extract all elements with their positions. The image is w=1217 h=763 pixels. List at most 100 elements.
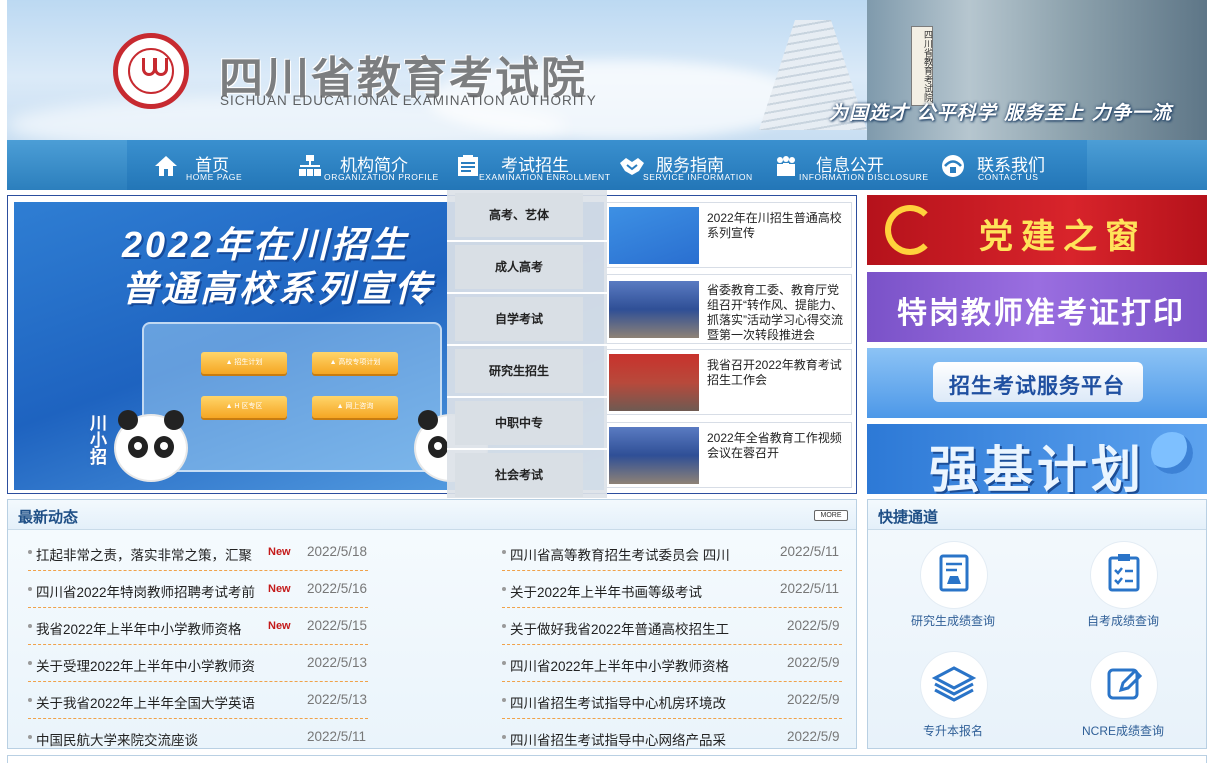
featured-news-item[interactable]: 2022年在川招生普通高校系列宣传 xyxy=(606,202,852,268)
dropdown-separator xyxy=(447,396,607,398)
planet-icon xyxy=(1151,432,1193,474)
nav-label-en: INFORMATION DISCLOSURE xyxy=(799,172,929,182)
news-title: 四川省2022年上半年中小学教师资格 xyxy=(510,659,730,674)
news-row[interactable]: 关于做好我省2022年普通高校招生工 2022/5/9 xyxy=(502,608,842,645)
news-date: 2022/5/11 xyxy=(307,729,367,744)
news-row[interactable]: 中国民航大学来院交流座谈 2022/5/11 xyxy=(28,719,368,756)
nav-item-home[interactable]: 首页 HOME PAGE xyxy=(153,140,263,190)
featured-news-list: 2022年在川招生普通高校系列宣传 省委教育工委、教育厅党组召开“转作风、提能力… xyxy=(606,202,852,490)
bullet-icon xyxy=(502,550,506,554)
quick-link-label: 自考成绩查询 xyxy=(1086,614,1159,628)
exam-dropdown-menu: 高考、艺体 成人高考 自学考试 研究生招生 中职中专 社会考试 xyxy=(447,190,607,498)
bullet-icon xyxy=(502,698,506,702)
news-row[interactable]: 扛起非常之责，落实非常之策，汇聚 New 2022/5/18 xyxy=(28,534,368,571)
panda-ear xyxy=(418,410,438,430)
quick-link-ncre-score[interactable]: NCRE成绩查询 xyxy=(1058,652,1188,742)
panda-eye xyxy=(128,436,148,458)
featured-news-item[interactable]: 2022年全省教育工作视频会议在蓉召开 xyxy=(606,422,852,488)
slide-headline-line2: 普通高校系列宣传 xyxy=(122,268,435,309)
nav-label-en: ORGANIZATION PROFILE xyxy=(324,172,439,182)
ad-platform-text: 招生考试服务平台 xyxy=(949,375,1125,398)
quick-link-upgrade-register[interactable]: 专升本报名 xyxy=(888,652,1018,742)
ad-teacher-admission[interactable]: 特岗教师准考证打印 xyxy=(867,272,1207,342)
ad-service-platform[interactable]: 招生考试服务平台 xyxy=(867,348,1207,418)
news-title: 四川省招生考试指导中心机房环境改 xyxy=(510,696,726,711)
slogan: 为国选才 公平科学 服务至上 力争一流 xyxy=(829,102,1172,124)
news-row[interactable]: 四川省招生考试指导中心机房环境改 2022/5/9 xyxy=(502,682,842,719)
hammer-sickle-icon xyxy=(885,205,935,255)
dropdown-item-graduate[interactable]: 研究生招生 xyxy=(455,349,583,393)
ad-strong-base[interactable]: 强基计划 xyxy=(867,424,1207,494)
ad-party-building[interactable]: 党建之窗 xyxy=(867,195,1207,265)
news-date: 2022/5/9 xyxy=(787,655,840,670)
page: 四川省教育考试院 四川省教育考试院 SICHUAN EDUCATIONAL EX… xyxy=(0,0,1217,763)
panda-mascot xyxy=(114,410,188,482)
nav-item-organization[interactable]: 机构简介 ORGANIZATION PROFILE xyxy=(297,140,447,190)
bullet-icon xyxy=(502,587,506,591)
dropdown-item-self-study[interactable]: 自学考试 xyxy=(455,297,583,341)
news-thumbnail xyxy=(609,207,699,264)
new-badge: New xyxy=(268,583,291,595)
bullet-icon xyxy=(502,661,506,665)
slide-button-consult[interactable]: ▲ 网上咨询 xyxy=(312,396,398,418)
home-icon xyxy=(155,156,177,176)
news-title: 关于做好我省2022年普通高校招生工 xyxy=(510,622,730,637)
icon-circle xyxy=(1091,652,1157,718)
featured-news-title: 2022年在川招生普通高校系列宣传 xyxy=(707,211,842,240)
people-icon xyxy=(777,156,795,176)
news-row[interactable]: 关于2022年上半年书画等级考试 2022/5/11 xyxy=(502,571,842,608)
news-title: 中国民航大学来院交流座谈 xyxy=(36,733,198,748)
news-row[interactable]: 关于受理2022年上半年中小学教师资 2022/5/13 xyxy=(28,645,368,682)
slide-button-special[interactable]: ▲ 高校专项计划 xyxy=(312,352,398,374)
news-thumbnail xyxy=(609,281,699,338)
nav-item-exam[interactable]: 考试招生 EXAMINATION ENROLLMENT xyxy=(455,140,610,190)
org-chart-icon xyxy=(299,155,321,176)
more-button[interactable]: MORE xyxy=(814,510,848,521)
featured-news-item[interactable]: 省委教育工委、教育厅党组召开“转作风、提能力、抓落实”活动学习心得交流暨第一次转… xyxy=(606,274,852,344)
panda-eye xyxy=(428,436,448,458)
exam-icon xyxy=(458,155,478,176)
latest-news-panel: 最新动态 MORE 扛起非常之责，落实非常之策，汇聚 New 2022/5/18… xyxy=(7,499,857,749)
news-row[interactable]: 我省2022年上半年中小学教师资格 New 2022/5/15 xyxy=(28,608,368,645)
news-row[interactable]: 四川省2022年特岗教师招聘考试考前 New 2022/5/16 xyxy=(28,571,368,608)
mascot-text: 川小招 xyxy=(87,414,106,465)
nav-item-service[interactable]: 服务指南 SERVICE INFORMATION xyxy=(619,140,769,190)
slide-button-h-zone[interactable]: ▲ H 区专区 xyxy=(201,396,287,418)
quick-link-self-exam-score[interactable]: 自考成绩查询 xyxy=(1058,542,1188,632)
slide-button-plan[interactable]: ▲ 招生计划 xyxy=(201,352,287,374)
news-row[interactable]: 关于我省2022年上半年全国大学英语 2022/5/13 xyxy=(28,682,368,719)
dropdown-item-vocational[interactable]: 中职中专 xyxy=(455,401,583,445)
featured-news-title: 我省召开2022年教育考试招生工作会 xyxy=(707,358,842,387)
quick-link-graduate-score[interactable]: 研究生成绩查询 xyxy=(888,542,1018,632)
dropdown-item-social[interactable]: 社会考试 xyxy=(455,453,583,497)
news-date: 2022/5/13 xyxy=(307,655,368,670)
panda-ear xyxy=(164,410,184,430)
header-banner: 四川省教育考试院 四川省教育考试院 SICHUAN EDUCATIONAL EX… xyxy=(7,0,1207,140)
news-row[interactable]: 四川省高等教育招生考试委员会 四川 2022/5/11 xyxy=(502,534,842,571)
news-title: 四川省招生考试指导中心网络产品采 xyxy=(510,733,726,748)
bullet-icon xyxy=(28,698,32,702)
featured-news-item[interactable]: 我省召开2022年教育考试招生工作会 xyxy=(606,349,852,415)
nav-label-en: EXAMINATION ENROLLMENT xyxy=(479,172,611,182)
ad-party-text: 党建之窗 xyxy=(979,217,1147,257)
news-thumbnail xyxy=(609,427,699,484)
nav-item-disclosure[interactable]: 信息公开 INFORMATION DISCLOSURE xyxy=(773,140,933,190)
news-row[interactable]: 四川省2022年上半年中小学教师资格 2022/5/9 xyxy=(502,645,842,682)
contact-icon xyxy=(942,155,964,177)
latest-news-header: 最新动态 MORE xyxy=(8,500,856,530)
icon-circle xyxy=(921,652,987,718)
icon-circle xyxy=(921,542,987,608)
seal-glyph xyxy=(154,58,168,76)
dropdown-separator xyxy=(447,448,607,450)
news-date: 2022/5/13 xyxy=(307,692,368,707)
dropdown-separator xyxy=(447,292,607,294)
focus-news-frame: 2022年在川招生 普通高校系列宣传 ▲ 招生计划 ▲ 高校专项计划 ▲ H 区… xyxy=(7,195,857,494)
dropdown-item-adult[interactable]: 成人高考 xyxy=(455,245,583,289)
quick-channel-header: 快捷通道 xyxy=(868,500,1206,530)
logo-seal[interactable] xyxy=(113,33,189,109)
nav-item-contact[interactable]: 联系我们 CONTACT US xyxy=(940,140,1060,190)
ad-teacher-text: 特岗教师准考证打印 xyxy=(897,297,1185,330)
news-row[interactable]: 四川省招生考试指导中心网络产品采 2022/5/9 xyxy=(502,719,842,756)
edit-icon xyxy=(1107,668,1143,700)
dropdown-item-gaokao[interactable]: 高考、艺体 xyxy=(455,193,583,237)
